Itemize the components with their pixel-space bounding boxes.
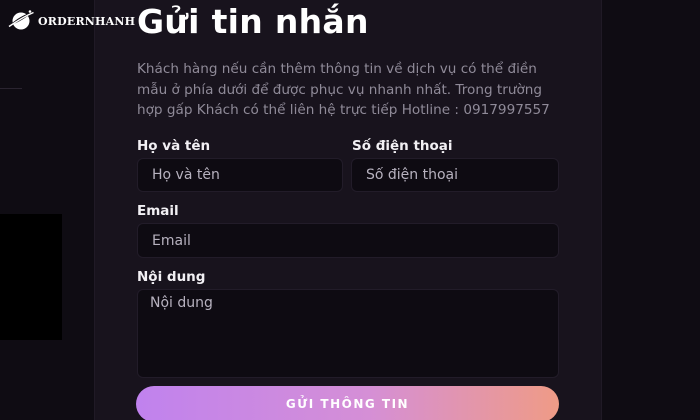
message-label: Nội dung (137, 269, 206, 285)
submit-button[interactable]: GỬI THÔNG TIN (136, 386, 559, 420)
form-title: Gửi tin nhắn (137, 2, 369, 41)
message-textarea[interactable] (137, 289, 559, 378)
page: ORDERNHANH Gửi tin nhắn Khách hàng nếu c… (0, 0, 700, 420)
phone-input[interactable] (351, 158, 559, 192)
name-input[interactable] (137, 158, 343, 192)
email-label: Email (137, 203, 179, 219)
left-divider (0, 88, 22, 89)
brand-logo[interactable]: ORDERNHANH (8, 8, 135, 34)
left-dark-block (0, 214, 62, 340)
planet-orbit-icon (8, 8, 34, 34)
email-input[interactable] (137, 223, 559, 258)
phone-label: Số điện thoại (352, 138, 453, 154)
brand-name: ORDERNHANH (38, 14, 136, 28)
form-description: Khách hàng nếu cần thêm thông tin về dịc… (137, 61, 550, 118)
name-label: Họ và tên (137, 138, 211, 154)
